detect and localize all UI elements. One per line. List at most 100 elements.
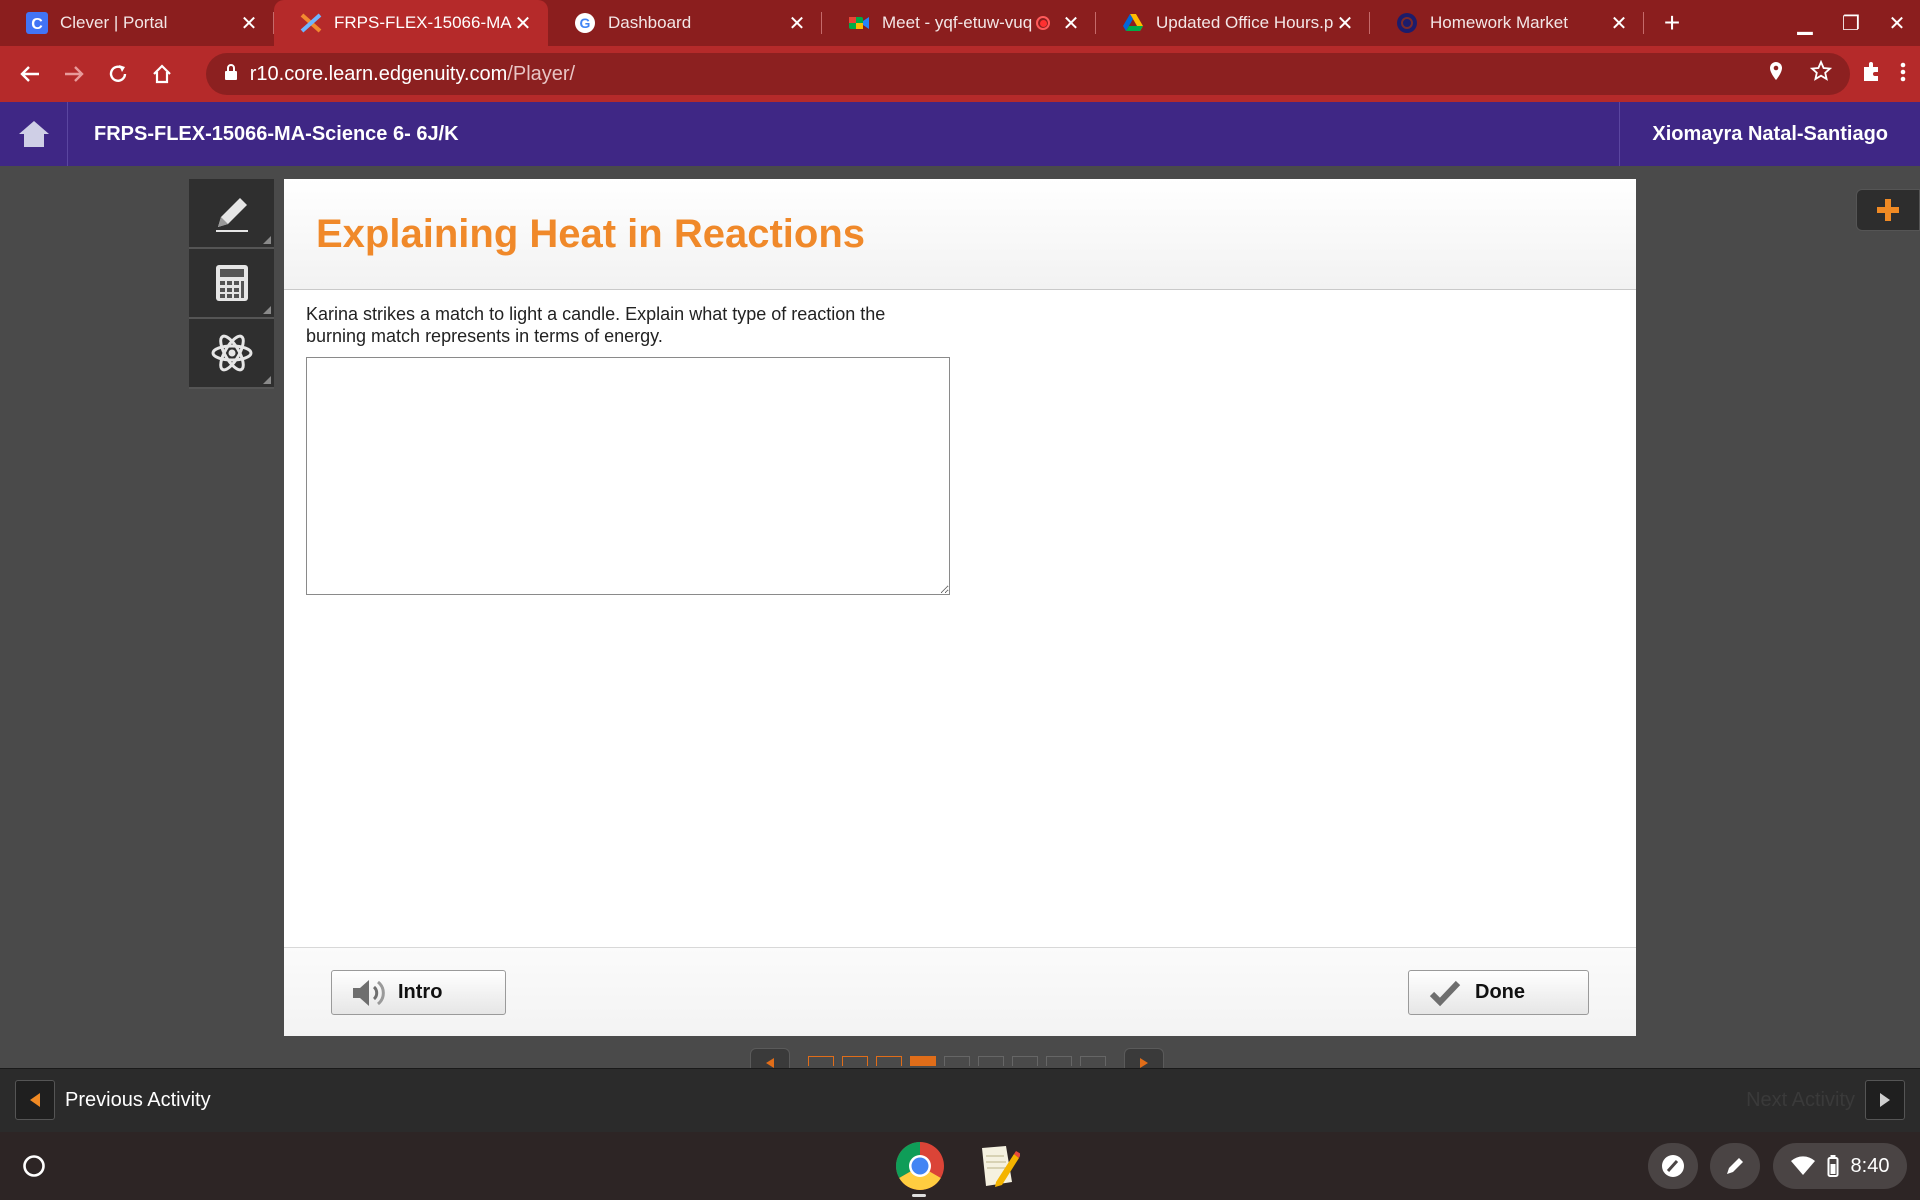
previous-activity-label: Previous Activity	[65, 1088, 211, 1111]
restore-icon[interactable]: ❐	[1828, 11, 1874, 36]
pager-box-9[interactable]	[1080, 1056, 1106, 1066]
launcher-button[interactable]	[14, 1146, 54, 1186]
done-label: Done	[1475, 981, 1525, 1003]
tab-close-icon[interactable]: ✕	[1334, 11, 1356, 36]
next-activity-label: Next Activity	[1746, 1088, 1855, 1111]
tab-close-icon[interactable]: ✕	[1060, 11, 1082, 36]
tab-clever-portal[interactable]: C Clever | Portal ✕	[0, 0, 274, 46]
intro-button[interactable]: Intro	[331, 970, 506, 1015]
checkmark-icon	[1427, 975, 1463, 1011]
back-icon[interactable]	[8, 51, 52, 97]
status-tray[interactable]: 8:40	[1773, 1143, 1907, 1189]
speaker-icon	[350, 975, 386, 1011]
plus-icon	[1877, 199, 1899, 221]
previous-activity-button[interactable]: Previous Activity	[15, 1080, 211, 1120]
window-controls: ▁ ❐ ✕	[1782, 0, 1920, 46]
forward-icon[interactable]	[52, 51, 96, 97]
activity-header: Explaining Heat in Reactions	[284, 179, 1636, 290]
bookmark-star-icon[interactable]	[1809, 59, 1833, 88]
tab-title: Meet - yqf-etuw-vuq	[882, 13, 1032, 32]
pager-box-5[interactable]	[944, 1056, 970, 1066]
intro-label: Intro	[398, 981, 443, 1003]
pager-box-2[interactable]	[842, 1056, 868, 1066]
app-header: FRPS-FLEX-15066-MA-Science 6- 6J/K Xioma…	[0, 102, 1920, 166]
battery-icon	[1827, 1155, 1839, 1177]
user-menu[interactable]: Xiomayra Natal-Santiago	[1619, 102, 1920, 166]
reload-icon[interactable]	[96, 51, 140, 97]
pager-box-6[interactable]	[978, 1056, 1004, 1066]
close-window-icon[interactable]: ✕	[1874, 11, 1920, 36]
new-tab-button[interactable]: +	[1644, 0, 1700, 46]
pager-box-7[interactable]	[1012, 1056, 1038, 1066]
tab-close-icon[interactable]: ✕	[238, 11, 260, 36]
expand-plus-button[interactable]	[1856, 189, 1920, 231]
notes-app-icon[interactable]	[972, 1140, 1024, 1192]
clock-time: 8:40	[1850, 1154, 1890, 1177]
calculator-icon	[215, 265, 248, 301]
left-arrow-icon	[15, 1080, 55, 1120]
pager-box-8[interactable]	[1046, 1056, 1072, 1066]
stylus-tools-button[interactable]	[1648, 1143, 1698, 1189]
wifi-icon	[1790, 1156, 1815, 1175]
notes-tool-button[interactable]	[189, 179, 274, 249]
url-host: r10.core.learn.edgenuity.com	[249, 62, 508, 85]
atom-icon	[211, 334, 252, 372]
activity-footer: Intro Done	[284, 947, 1636, 1036]
tab-close-icon[interactable]: ✕	[512, 11, 534, 36]
tab-title: Dashboard	[608, 13, 692, 32]
pager-box-1[interactable]	[808, 1056, 834, 1066]
progress-pager	[750, 1048, 1164, 1070]
lock-icon	[224, 63, 238, 86]
done-button[interactable]: Done	[1408, 970, 1589, 1015]
pager-prev-arrow[interactable]	[750, 1048, 790, 1070]
chrome-app-icon[interactable]	[894, 1140, 946, 1192]
activity-frame: Explaining Heat in Reactions Karina stri…	[284, 179, 1636, 1036]
address-bar[interactable]: r10.core.learn.edgenuity.com/Player/	[205, 53, 1851, 95]
stylus-icon	[1662, 1155, 1684, 1177]
homework-market-icon	[1396, 12, 1418, 34]
location-pin-icon[interactable]	[1768, 61, 1784, 87]
question-text: Karina strikes a match to light a candle…	[306, 304, 886, 346]
browser-toolbar: r10.core.learn.edgenuity.com/Player/	[0, 46, 1920, 102]
tab-title: FRPS-FLEX-15066-MA-S	[334, 13, 512, 32]
course-home-button[interactable]	[0, 102, 68, 166]
recording-icon	[1036, 16, 1050, 30]
course-title: FRPS-FLEX-15066-MA-Science 6- 6J/K	[94, 122, 459, 145]
tab-edgenuity[interactable]: FRPS-FLEX-15066-MA-S ✕	[274, 0, 548, 46]
pen-icon	[1727, 1158, 1743, 1174]
svg-text:C: C	[31, 16, 43, 33]
drive-icon	[1122, 12, 1144, 34]
launcher-circle-icon	[23, 1155, 45, 1177]
minimize-icon[interactable]: ▁	[1782, 11, 1828, 36]
pager-boxes	[804, 1048, 1110, 1066]
url-path: /Player/	[507, 62, 576, 85]
next-activity-button[interactable]: Next Activity	[1746, 1080, 1905, 1120]
house-icon	[18, 121, 49, 147]
tab-dashboard[interactable]: G Dashboard ✕	[548, 0, 822, 46]
browser-tab-strip: C Clever | Portal ✕ FRPS-FLEX-15066-MA-S…	[0, 0, 1920, 46]
tab-title: Homework Market	[1430, 13, 1568, 32]
os-shelf: 8:40	[0, 1132, 1920, 1200]
tab-title: Clever | Portal	[60, 13, 168, 32]
pen-tray-button[interactable]	[1710, 1143, 1760, 1189]
home-icon[interactable]	[140, 51, 184, 97]
tool-palette	[189, 179, 274, 389]
calculator-tool-button[interactable]	[189, 249, 274, 319]
tab-close-icon[interactable]: ✕	[1608, 11, 1630, 36]
browser-menu-icon[interactable]	[1900, 61, 1906, 88]
meet-icon	[848, 12, 870, 34]
answer-textarea[interactable]	[306, 357, 950, 595]
active-app-indicator	[912, 1194, 926, 1197]
right-arrow-icon	[1865, 1080, 1905, 1120]
pager-next-arrow[interactable]	[1124, 1048, 1164, 1070]
tab-homework-market[interactable]: Homework Market ✕	[1370, 0, 1644, 46]
edgenuity-icon	[300, 12, 322, 34]
pager-box-3[interactable]	[876, 1056, 902, 1066]
tab-close-icon[interactable]: ✕	[786, 11, 808, 36]
tab-office-hours[interactable]: Updated Office Hours.p ✕	[1096, 0, 1370, 46]
activity-nav-bar: Previous Activity Next Activity	[0, 1068, 1920, 1132]
pager-box-4[interactable]	[910, 1056, 936, 1066]
extensions-puzzle-icon[interactable]	[1860, 61, 1882, 88]
science-tool-button[interactable]	[189, 319, 274, 389]
tab-meet[interactable]: Meet - yqf-etuw-vuq ✕	[822, 0, 1096, 46]
